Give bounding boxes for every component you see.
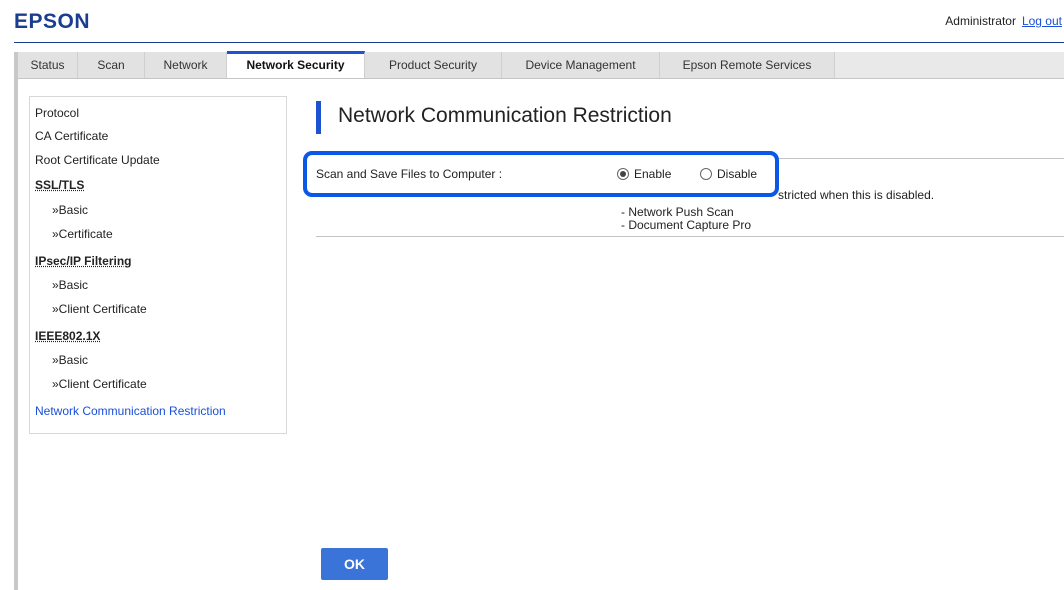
page-title: Network Communication Restriction — [338, 104, 672, 127]
radio-enable[interactable]: Enable — [617, 167, 671, 181]
header-divider — [14, 42, 1064, 43]
sidebar-item-ssl-certificate[interactable]: »Certificate — [52, 227, 113, 241]
tab-epson-remote-services[interactable]: Epson Remote Services — [660, 52, 835, 78]
radio-disable-label: Disable — [717, 167, 758, 181]
sidebar-item-ssl-basic[interactable]: »Basic — [52, 203, 88, 217]
tab-device-management[interactable]: Device Management — [502, 52, 660, 78]
tab-product-security[interactable]: Product Security — [365, 52, 502, 78]
restriction-note: stricted when this is disabled. — [778, 188, 935, 202]
epson-logo: EPSON — [14, 10, 91, 33]
left-border — [14, 52, 18, 590]
sidebar-item-ieee-client-certificate[interactable]: »Client Certificate — [52, 377, 147, 391]
sidebar-item-root-certificate-update[interactable]: Root Certificate Update — [35, 153, 160, 167]
sidebar-item-ieee-basic[interactable]: »Basic — [52, 353, 88, 367]
tab-scan[interactable]: Scan — [78, 52, 145, 78]
sidebar-item-ipsec-basic[interactable]: »Basic — [52, 278, 88, 292]
sidebar-item-ca-certificate[interactable]: CA Certificate — [35, 129, 108, 143]
radio-disable[interactable]: Disable — [700, 167, 757, 181]
tab-network[interactable]: Network — [145, 52, 227, 78]
sidebar-heading-ipsec[interactable]: IPsec/IP Filtering — [35, 254, 131, 268]
user-area: Administrator Log out — [945, 14, 1062, 28]
logout-link[interactable]: Log out — [1022, 14, 1062, 28]
tab-network-security[interactable]: Network Security — [227, 51, 365, 78]
tab-status[interactable]: Status — [18, 52, 78, 78]
title-accent-bar — [316, 101, 321, 134]
form-bottom-divider — [316, 236, 1064, 237]
sidebar-heading-ieee8021x[interactable]: IEEE802.1X — [35, 329, 100, 343]
main-tabs: Status Scan Network Network Security Pro… — [18, 51, 1064, 79]
radio-enable-circle[interactable] — [617, 168, 629, 180]
sidebar-item-network-communication-restriction[interactable]: Network Communication Restriction — [35, 404, 226, 418]
admin-label: Administrator — [945, 14, 1016, 28]
sidebar-heading-ssl-tls[interactable]: SSL/TLS — [35, 178, 84, 192]
scan-save-label: Scan and Save Files to Computer : — [316, 167, 503, 181]
note-item-document-capture-pro: - Document Capture Pro — [621, 218, 752, 232]
sidebar-item-protocol[interactable]: Protocol — [35, 106, 79, 120]
radio-enable-label: Enable — [634, 167, 672, 181]
sidebar-item-ipsec-client-certificate[interactable]: »Client Certificate — [52, 302, 147, 316]
note-item-network-push-scan: - Network Push Scan — [621, 205, 734, 219]
ok-button[interactable]: OK — [321, 548, 388, 580]
radio-disable-circle[interactable] — [700, 168, 712, 180]
